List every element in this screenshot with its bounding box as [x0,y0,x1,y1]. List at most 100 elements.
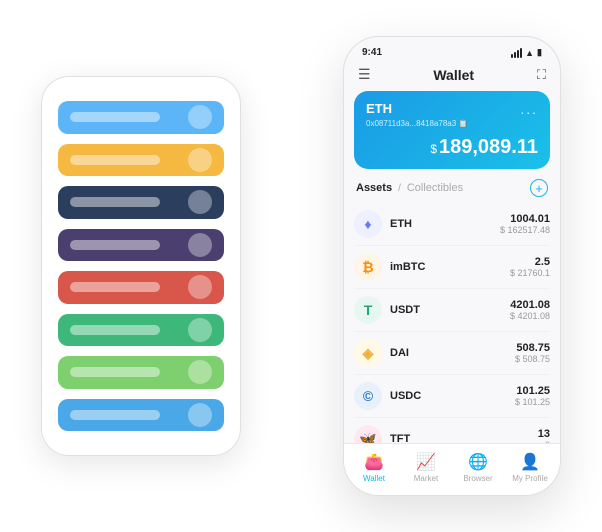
asset-amount-label: 13 [538,428,550,440]
back-card-label [70,112,160,122]
asset-right: 1004.01$ 162517.48 [500,213,550,235]
add-asset-button[interactable]: + [530,179,548,197]
back-card-icon [188,275,212,299]
nav-item-browser[interactable]: 🌐 Browser [452,452,504,483]
asset-name-label: USDC [390,390,421,402]
wallet-balance: $189,089.11 [366,136,538,159]
asset-amount-label: 1004.01 [500,213,550,225]
back-card-row [58,186,224,219]
menu-icon[interactable]: ☰ [358,66,371,83]
back-card-row [58,399,224,432]
nav-item-market[interactable]: 📈 Market [400,452,452,483]
asset-coin-icon: ₿ [354,253,382,281]
back-card-label [70,155,160,165]
back-card-row [58,271,224,304]
nav-icon-wallet: 👛 [364,452,384,472]
asset-usd-label: $ 21760.1 [510,268,550,278]
nav-icon-browser: 🌐 [468,452,488,472]
nav-label-market: Market [414,474,438,483]
asset-item[interactable]: 🦋TFT 130 [354,418,550,443]
asset-right: 508.75$ 508.75 [515,342,550,364]
back-card-icon [188,233,212,257]
asset-item[interactable]: ◈ DAI 508.75$ 508.75 [354,332,550,375]
asset-item[interactable]: ₿ imBTC 2.5$ 21760.1 [354,246,550,289]
tab-divider: / [398,183,401,194]
asset-usd-label: $ 162517.48 [500,225,550,235]
back-card-label [70,367,160,377]
back-card-icon [188,318,212,342]
wallet-card-top: ETH ... [366,101,538,117]
battery-icon: ▮ [537,47,542,58]
asset-right: 101.25$ 101.25 [515,385,550,407]
phone-back [41,76,241,456]
asset-amount-label: 101.25 [515,385,550,397]
asset-right: 130 [538,428,550,443]
back-card-label [70,410,160,420]
asset-name-label: imBTC [390,261,425,273]
asset-left: ₿ imBTC [354,253,425,281]
phone-front: 9:41 ▲ ▮ ☰ Wallet ⛶ ETH ... [343,36,561,496]
asset-left: 🦋TFT [354,425,410,443]
nav-item-my-profile[interactable]: 👤 My Profile [504,452,556,483]
back-card-row [58,356,224,389]
wallet-coin-label: ETH [366,101,392,116]
asset-left: T USDT [354,296,420,324]
back-card-icon [188,190,212,214]
signal-icon [511,48,522,58]
asset-coin-icon: 🦋 [354,425,382,443]
phone-header: ☰ Wallet ⛶ [344,62,560,91]
back-card-row [58,101,224,134]
nav-label-wallet: Wallet [363,474,385,483]
asset-coin-icon: ♦ [354,210,382,238]
nav-item-wallet[interactable]: 👛 Wallet [348,452,400,483]
asset-name-label: USDT [390,304,420,316]
back-card-icon [188,360,212,384]
asset-right: 4201.08$ 4201.08 [510,299,550,321]
asset-usd-label: $ 508.75 [515,354,550,364]
assets-header: Assets / Collectibles + [344,179,560,203]
asset-item[interactable]: ♦ ETH 1004.01$ 162517.48 [354,203,550,246]
asset-usd-label: $ 4201.08 [510,311,550,321]
back-card-label [70,325,160,335]
address-copy-icon[interactable]: 📋 [458,119,468,128]
back-card-label [70,240,160,250]
page-title: Wallet [433,67,474,83]
asset-usd-label: $ 101.25 [515,397,550,407]
asset-amount-label: 2.5 [510,256,550,268]
asset-left: ♦ ETH [354,210,412,238]
back-card-row [58,144,224,177]
asset-left: © USDC [354,382,421,410]
wifi-icon: ▲ [525,48,534,58]
wallet-address: 0x08711d3a...8418a78a3 📋 [366,119,538,128]
back-card-row [58,229,224,262]
back-card-row [58,314,224,347]
expand-icon[interactable]: ⛶ [537,67,546,83]
status-bar: 9:41 ▲ ▮ [344,37,560,62]
wallet-card[interactable]: ETH ... 0x08711d3a...8418a78a3 📋 $189,08… [354,91,550,169]
back-card-label [70,197,160,207]
asset-coin-icon: ◈ [354,339,382,367]
back-card-icon [188,148,212,172]
asset-coin-icon: T [354,296,382,324]
asset-coin-icon: © [354,382,382,410]
nav-label-my-profile: My Profile [512,474,548,483]
bottom-nav: 👛 Wallet 📈 Market 🌐 Browser 👤 My Profile [344,443,560,495]
asset-right: 2.5$ 21760.1 [510,256,550,278]
asset-amount-label: 508.75 [515,342,550,354]
tab-collectibles[interactable]: Collectibles [407,182,463,194]
asset-name-label: ETH [390,218,412,230]
back-card-icon [188,105,212,129]
asset-item[interactable]: © USDC 101.25$ 101.25 [354,375,550,418]
assets-tabs: Assets / Collectibles [356,182,463,194]
wallet-more-icon[interactable]: ... [520,101,538,117]
nav-label-browser: Browser [463,474,492,483]
nav-icon-my-profile: 👤 [520,452,540,472]
back-card-label [70,282,160,292]
asset-item[interactable]: T USDT 4201.08$ 4201.08 [354,289,550,332]
nav-icon-market: 📈 [416,452,436,472]
time-label: 9:41 [362,47,382,58]
status-icons: ▲ ▮ [511,47,542,58]
asset-name-label: DAI [390,347,409,359]
tab-assets[interactable]: Assets [356,182,392,194]
asset-list: ♦ ETH 1004.01$ 162517.48 ₿ imBTC 2.5$ 21760.1… [344,203,560,443]
